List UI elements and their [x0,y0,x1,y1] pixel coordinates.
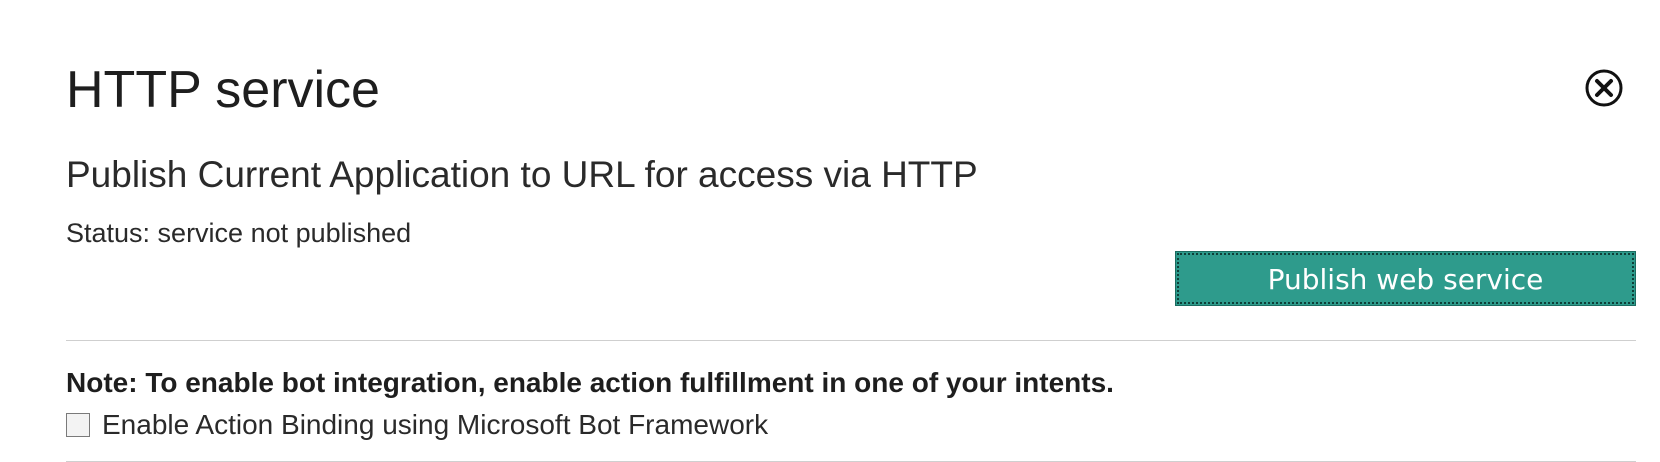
publish-subtitle: Publish Current Application to URL for a… [66,154,978,195]
close-circle-icon [1585,69,1623,107]
action-binding-label[interactable]: Enable Action Binding using Microsoft Bo… [102,408,768,442]
action-binding-checkbox[interactable] [66,413,90,437]
action-binding-option[interactable]: Enable Action Binding using Microsoft Bo… [66,408,768,442]
status-text: Status: service not published [66,218,412,248]
close-button[interactable] [1584,68,1624,108]
dialog-title: HTTP service [66,61,380,119]
bot-integration-note: Note: To enable bot integration, enable … [66,367,1114,398]
section-divider [66,340,1636,341]
publish-web-service-button[interactable]: Publish web service [1175,251,1636,306]
http-service-dialog: HTTP service Publish Current Application… [0,0,1660,462]
